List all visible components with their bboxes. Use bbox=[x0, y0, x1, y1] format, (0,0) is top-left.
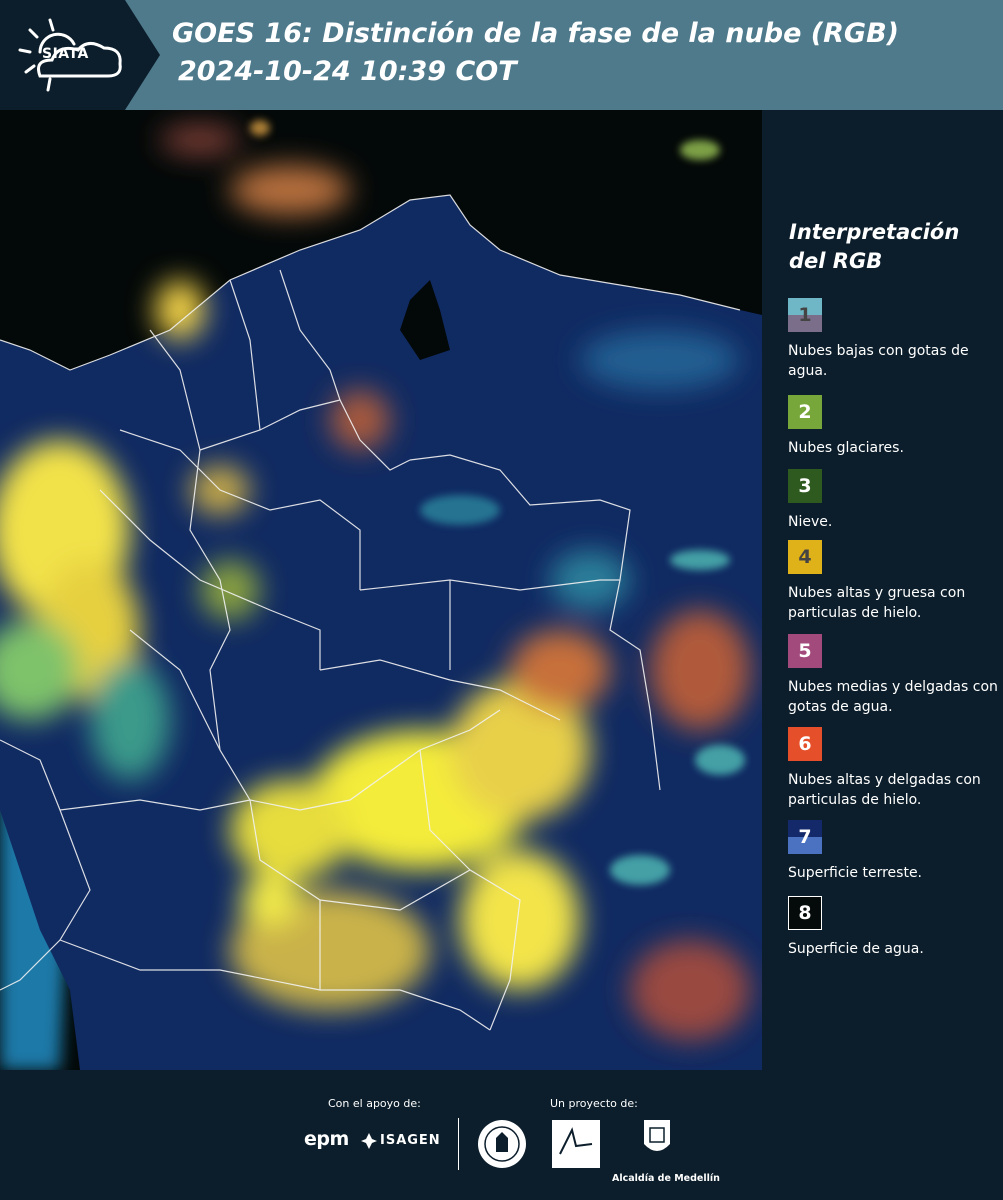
legend-item-7: 7 Superficie terreste. bbox=[788, 820, 998, 883]
legend-item-8: 8 Superficie de agua. bbox=[788, 896, 998, 959]
legend-label-6: Nubes altas y delgadas con particulas de… bbox=[788, 772, 981, 808]
legend-item-6: 6 Nubes altas y delgadas con particulas … bbox=[788, 727, 998, 810]
legend-swatch-2: 2 bbox=[788, 395, 822, 429]
legend-item-2: 2 Nubes glaciares. bbox=[788, 395, 998, 458]
alcaldia-logo-text: Alcaldía de Medellín bbox=[612, 1173, 720, 1184]
legend-label-1: Nubes bajas con gotas de agua. bbox=[788, 343, 969, 379]
legend-swatch-5: 5 bbox=[788, 634, 822, 668]
project-label: Un proyecto de: bbox=[550, 1097, 638, 1110]
legend-title: Interpretación del RGB bbox=[789, 218, 999, 276]
legend-label-8: Superficie de agua. bbox=[788, 941, 924, 957]
legend-number-6: 6 bbox=[798, 733, 812, 755]
legend-number-1: 1 bbox=[798, 304, 812, 326]
siata-logo-text: SIATA bbox=[42, 46, 89, 62]
legend-item-3: 3 Nieve. bbox=[788, 469, 998, 532]
support-label: Con el apoyo de: bbox=[328, 1097, 421, 1110]
legend-swatch-6: 6 bbox=[788, 727, 822, 761]
isagen-logo: ISAGEN bbox=[380, 1133, 441, 1148]
footer-divider bbox=[458, 1118, 459, 1170]
legend-number-7: 7 bbox=[798, 826, 812, 848]
legend-label-2: Nubes glaciares. bbox=[788, 440, 904, 456]
seal-icon bbox=[478, 1120, 526, 1168]
legend-panel: Interpretación del RGB 1 Nubes bajas con… bbox=[776, 0, 1003, 1070]
isagen-icon bbox=[361, 1133, 377, 1149]
legend-label-3: Nieve. bbox=[788, 514, 833, 530]
legend-swatch-4: 4 bbox=[788, 540, 822, 574]
legend-label-5: Nubes medias y delgadas con gotas de agu… bbox=[788, 679, 998, 715]
legend-swatch-8: 8 bbox=[788, 896, 822, 930]
area-metropolitana-logo bbox=[552, 1120, 600, 1168]
timestamp: 2024-10-24 10:39 COT bbox=[178, 56, 517, 87]
legend-number-3: 3 bbox=[798, 475, 812, 497]
legend-item-4: 4 Nubes altas y gruesa con particulas de… bbox=[788, 540, 998, 623]
legend-swatch-1: 1 bbox=[788, 298, 822, 332]
epm-logo: epm bbox=[304, 1128, 349, 1150]
legend-number-5: 5 bbox=[798, 640, 812, 662]
footer: Con el apoyo de: Un proyecto de: epm ISA… bbox=[0, 1070, 1003, 1200]
legend-title-line1: Interpretación bbox=[789, 220, 960, 244]
legend-swatch-3: 3 bbox=[788, 469, 822, 503]
legend-label-7: Superficie terreste. bbox=[788, 865, 923, 881]
legend-number-2: 2 bbox=[798, 401, 812, 423]
legend-item-1: 1 Nubes bajas con gotas de agua. bbox=[788, 298, 998, 381]
alcaldia-shield-icon bbox=[644, 1120, 670, 1151]
legend-item-5: 5 Nubes medias y delgadas con gotas de a… bbox=[788, 634, 998, 717]
legend-number-8: 8 bbox=[798, 902, 812, 924]
legend-swatch-7: 7 bbox=[788, 820, 822, 854]
satellite-map[interactable] bbox=[0, 110, 762, 1070]
legend-number-4: 4 bbox=[798, 546, 812, 568]
legend-title-line2: del RGB bbox=[789, 249, 883, 273]
legend-label-4: Nubes altas y gruesa con particulas de h… bbox=[788, 585, 966, 621]
